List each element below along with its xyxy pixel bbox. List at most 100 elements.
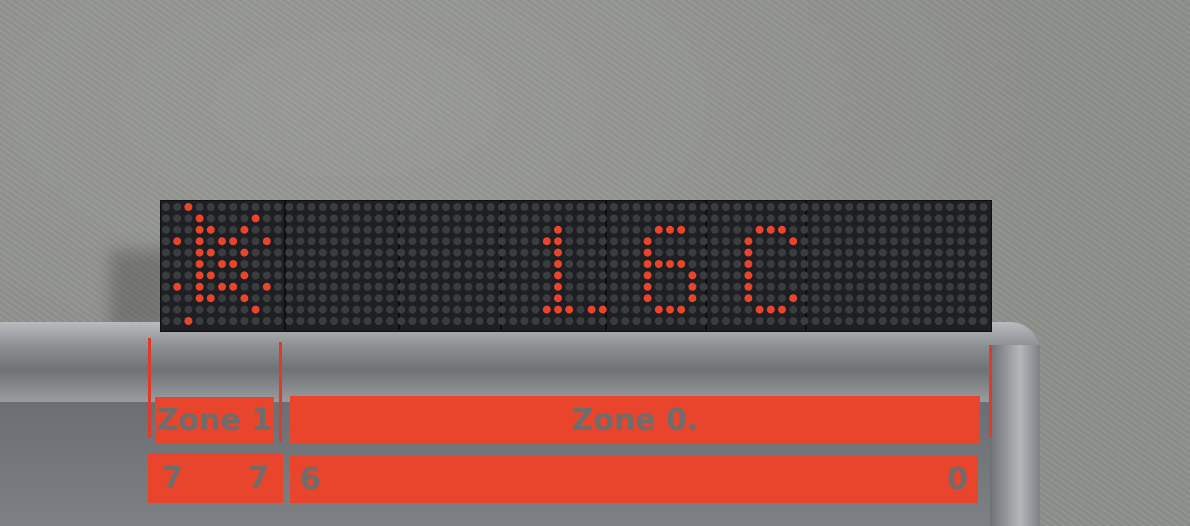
led-dot	[688, 294, 697, 303]
led-dot	[800, 271, 809, 280]
led-dot	[979, 282, 988, 291]
led-dot	[341, 271, 350, 280]
led-dot	[442, 237, 450, 246]
led-dot	[509, 271, 518, 280]
led-dot	[453, 214, 462, 223]
led-dot	[262, 271, 271, 280]
led-dot	[262, 294, 271, 303]
led-dot	[621, 225, 630, 234]
led-dot	[285, 282, 294, 291]
led-dot	[486, 214, 495, 223]
led-dot	[957, 317, 966, 325]
led-dot	[766, 282, 775, 291]
led-dot	[632, 271, 641, 280]
led-dot	[430, 317, 439, 325]
led-dot	[733, 225, 742, 234]
led-dot	[934, 317, 943, 325]
led-dot	[901, 317, 910, 325]
led-dot	[733, 294, 742, 303]
led-dot	[722, 282, 730, 291]
led-dot	[934, 248, 943, 257]
led-dot	[363, 282, 372, 291]
led-dot	[822, 317, 831, 325]
led-dot	[520, 271, 529, 280]
led-dot	[397, 282, 406, 291]
led-dot	[688, 214, 697, 223]
led-dots	[162, 203, 988, 325]
led-dot	[554, 317, 562, 325]
led-dot	[341, 237, 350, 246]
led-dot	[968, 203, 977, 211]
led-dot	[554, 203, 562, 211]
led-dot	[498, 317, 506, 325]
led-dot	[856, 248, 865, 257]
led-dot	[363, 294, 372, 303]
led-dot	[453, 248, 462, 257]
led-dot	[643, 237, 652, 246]
led-dot	[262, 282, 271, 291]
led-dot	[218, 305, 226, 314]
led-dot	[867, 203, 876, 211]
led-dot	[229, 248, 238, 257]
led-dot	[251, 203, 260, 211]
led-dot	[856, 203, 865, 211]
led-dot	[363, 203, 372, 211]
led-dot	[923, 317, 932, 325]
led-dot	[285, 225, 294, 234]
led-dot	[408, 282, 417, 291]
led-dot	[195, 225, 204, 234]
led-dot	[374, 271, 383, 280]
led-dot	[386, 214, 394, 223]
led-dot	[856, 237, 865, 246]
led-dot	[509, 214, 518, 223]
led-dot	[195, 214, 204, 223]
led-dot	[800, 225, 809, 234]
led-dot	[520, 260, 529, 268]
led-dot	[822, 294, 831, 303]
led-dot	[755, 282, 764, 291]
led-dot	[330, 203, 338, 211]
led-dot	[957, 260, 966, 268]
led-dot	[330, 305, 338, 314]
led-dot	[565, 214, 574, 223]
led-dot	[968, 248, 977, 257]
led-dot	[285, 294, 294, 303]
led-dot	[968, 237, 977, 246]
led-dot	[162, 248, 170, 257]
led-dot	[318, 305, 327, 314]
led-dot	[531, 248, 540, 257]
led-dot	[755, 237, 764, 246]
led-dot	[464, 294, 473, 303]
led-dot	[554, 294, 562, 303]
led-dot	[688, 317, 697, 325]
led-dot	[162, 317, 170, 325]
led-dot	[912, 203, 921, 211]
led-dot	[968, 305, 977, 314]
led-dot	[576, 214, 585, 223]
led-dot	[834, 271, 842, 280]
led-dot	[363, 305, 372, 314]
led-dot	[386, 248, 394, 257]
led-dot	[419, 260, 428, 268]
led-dot	[475, 203, 484, 211]
led-dot	[318, 260, 327, 268]
led-dot	[274, 260, 282, 268]
led-dot	[162, 225, 170, 234]
led-dot	[408, 237, 417, 246]
led-dot	[442, 225, 450, 234]
led-dot	[318, 203, 327, 211]
led-dot	[632, 260, 641, 268]
led-dot	[475, 317, 484, 325]
led-dot	[296, 248, 305, 257]
led-dot	[643, 282, 652, 291]
led-dot	[184, 282, 193, 291]
led-dot	[934, 260, 943, 268]
led-dot	[251, 225, 260, 234]
led-dot	[677, 260, 686, 268]
led-dot	[285, 248, 294, 257]
led-dot	[587, 248, 596, 257]
led-dot	[587, 203, 596, 211]
led-dot	[890, 203, 898, 211]
led-dot	[374, 305, 383, 314]
led-dot	[699, 214, 708, 223]
